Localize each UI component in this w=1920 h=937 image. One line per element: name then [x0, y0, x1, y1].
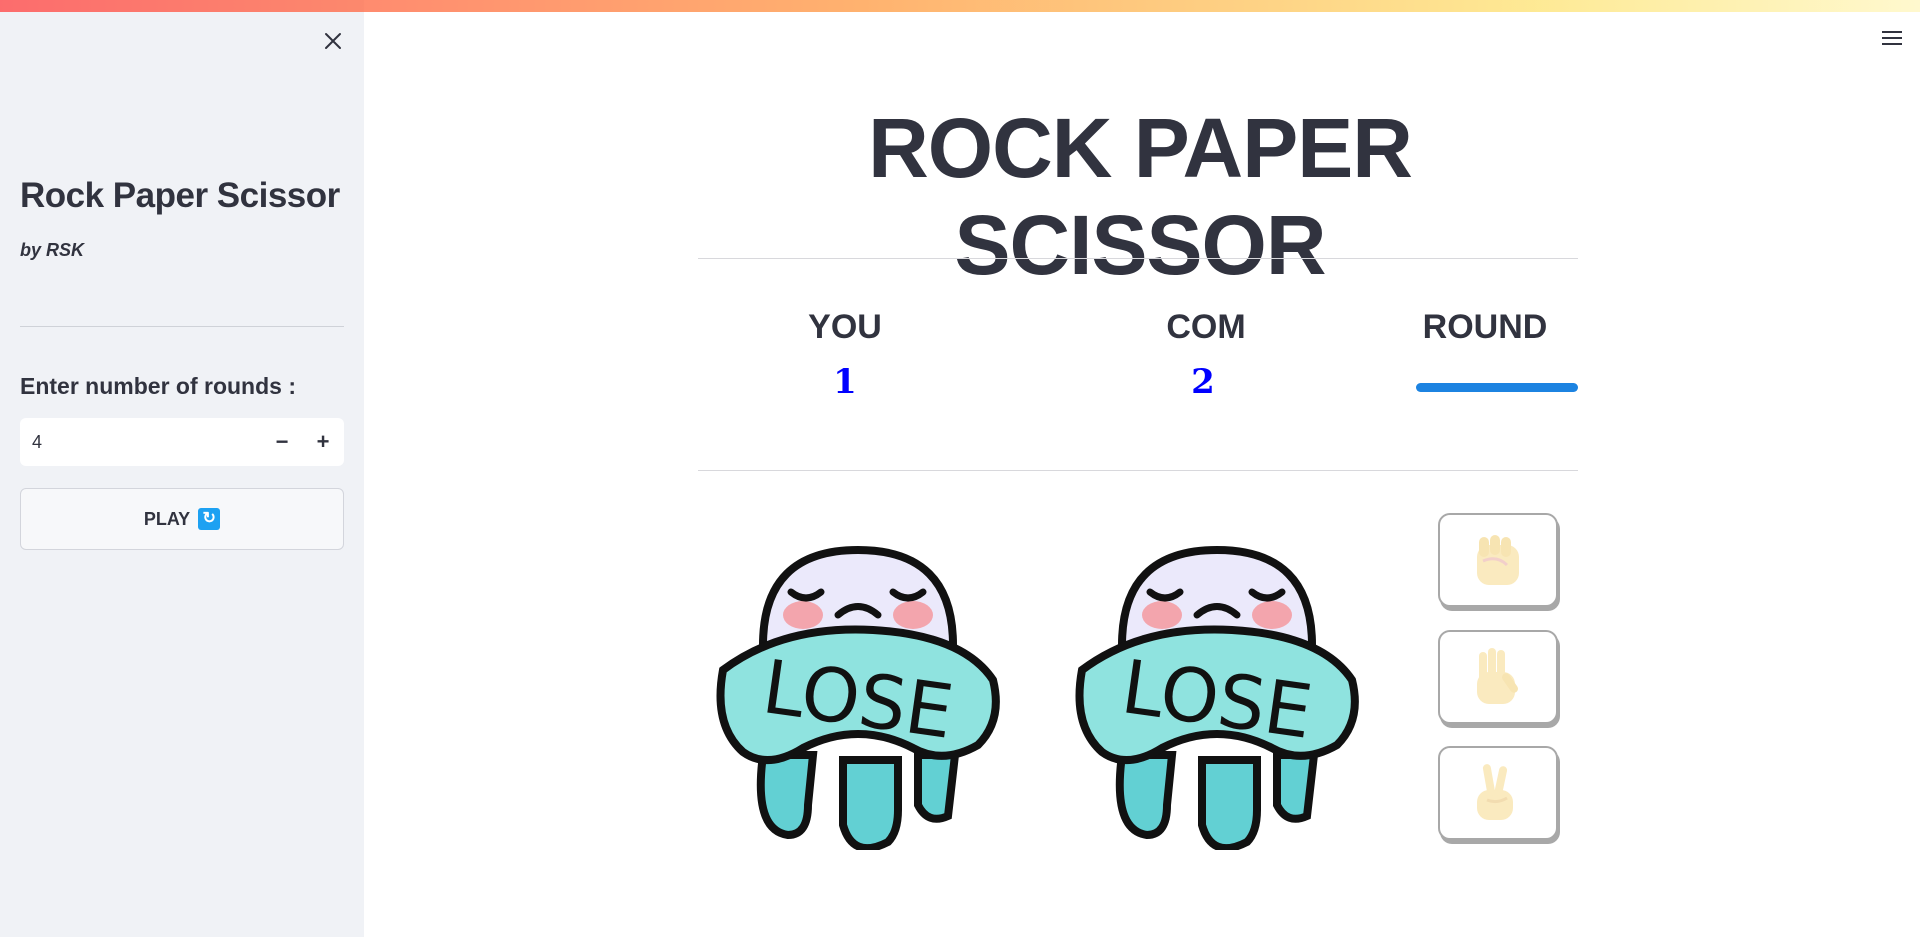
page-title: ROCK PAPER SCISSOR — [868, 101, 1413, 292]
com-label: COM — [1166, 308, 1246, 346]
sidebar-title: Rock Paper Scissor — [20, 176, 340, 215]
increment-button[interactable]: + — [305, 426, 341, 458]
rounds-label: Enter number of rounds : — [20, 373, 296, 399]
hamburger-menu-icon[interactable] — [1880, 28, 1904, 48]
sidebar-divider — [20, 326, 344, 327]
sidebar-byline: by RSK — [20, 240, 85, 260]
play-button-label: PLAY — [143, 508, 191, 529]
player-result-lose-icon: LOSE — [693, 520, 1023, 853]
rounds-number-input: − + — [20, 418, 344, 466]
round-label: ROUND — [1422, 308, 1548, 346]
play-button[interactable]: PLAY ↻ — [20, 488, 344, 550]
divider — [698, 470, 1578, 471]
open-hand-icon — [1477, 648, 1519, 704]
scissor-button[interactable] — [1438, 746, 1558, 840]
you-score: 1 — [833, 362, 857, 402]
rounds-input[interactable] — [20, 418, 284, 466]
round-progress-bar — [1416, 383, 1578, 392]
com-result-lose-icon: LOSE — [1052, 520, 1382, 853]
decrement-button[interactable]: − — [264, 426, 300, 458]
close-icon[interactable] — [320, 28, 346, 54]
com-score: 2 — [1191, 362, 1215, 402]
decoration-top-bar — [0, 0, 1920, 12]
rock-button[interactable] — [1438, 513, 1558, 607]
sidebar: Rock Paper Scissor by RSK Enter number o… — [0, 0, 364, 937]
refresh-icon: ↻ — [198, 508, 221, 530]
you-label: YOU — [808, 308, 882, 346]
paper-button[interactable] — [1438, 630, 1558, 724]
divider — [698, 258, 1578, 259]
fist-icon — [1477, 535, 1519, 585]
victory-hand-icon — [1477, 764, 1513, 820]
